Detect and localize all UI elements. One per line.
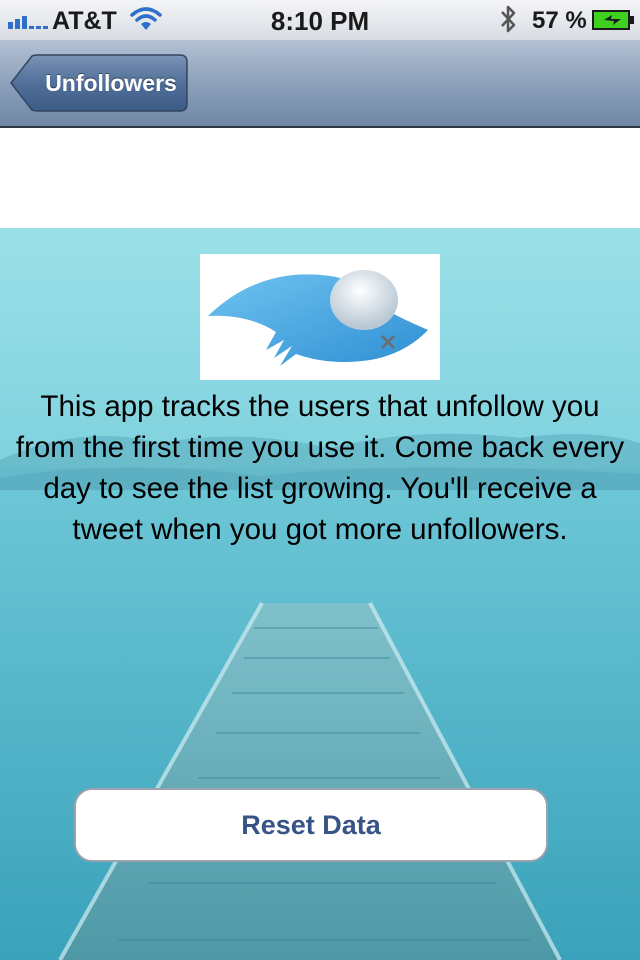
app-description: This app tracks the users that unfollow …	[15, 390, 625, 546]
back-button[interactable]: Unfollowers	[10, 54, 188, 112]
sad-bird-logo	[208, 270, 428, 366]
status-bar: AT&T 8:10 PM 57 %	[0, 0, 640, 40]
battery-charging-icon	[592, 10, 634, 30]
battery-percent: 57 %	[532, 7, 587, 34]
bluetooth-icon	[501, 5, 516, 33]
navigation-bar: Unfollowers	[0, 40, 640, 128]
app-logo	[200, 254, 440, 380]
top-spacer	[0, 128, 640, 228]
back-button-label: Unfollowers	[45, 70, 177, 96]
main-content: This app tracks the users that unfollow …	[0, 228, 640, 960]
app-screen: AT&T 8:10 PM 57 % Unfollowers This app t…	[0, 0, 640, 960]
reset-data-button[interactable]: Reset Data	[74, 788, 548, 862]
